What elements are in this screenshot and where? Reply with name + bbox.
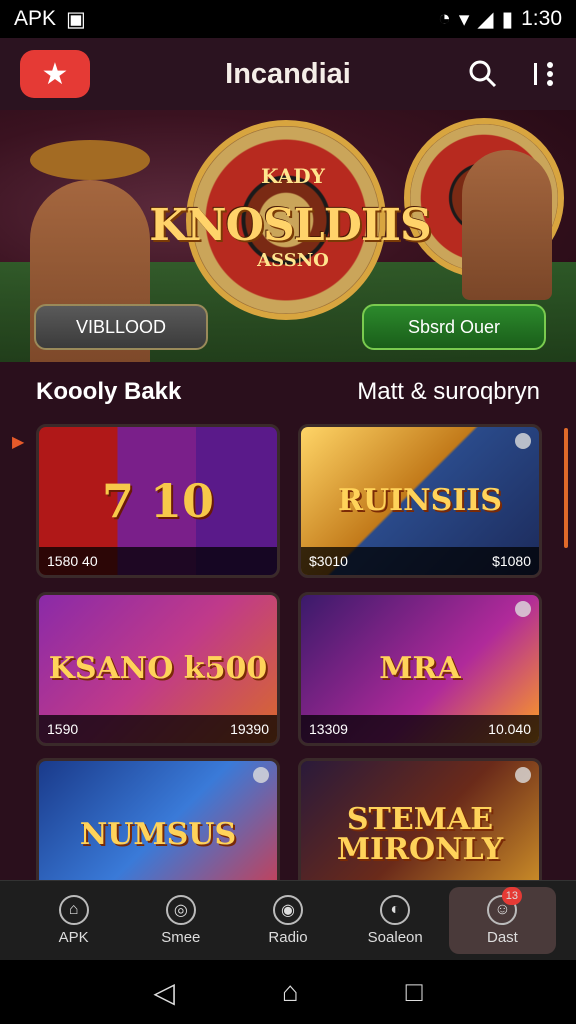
- card-right-value: $1080: [492, 553, 531, 569]
- notification-icon: ▣: [66, 7, 86, 31]
- back-icon[interactable]: ◁: [153, 976, 175, 1009]
- status-time: 1:30: [521, 7, 562, 30]
- card-right-value: 10.040: [488, 721, 531, 737]
- nav-label: Smee: [161, 929, 201, 946]
- more-vert-icon[interactable]: [532, 59, 556, 89]
- nav-item-dast[interactable]: ☺ 13 Dast: [448, 887, 557, 954]
- home-icon: ⌂: [58, 895, 89, 925]
- signal-icon: ◢: [477, 7, 494, 31]
- card-title: MRA: [379, 651, 461, 686]
- nav-item-soaleon[interactable]: ◐ Soaleon: [342, 895, 449, 946]
- hero-badge: KADY: [261, 164, 325, 188]
- status-bar: APK ▣ ◔ ▾ ◢ ▮ 1:30: [0, 0, 576, 38]
- nav-label: Dast: [486, 929, 518, 946]
- recents-icon[interactable]: □: [406, 976, 423, 1008]
- card-favorite-icon[interactable]: [515, 601, 531, 617]
- star-logo-icon[interactable]: ★: [20, 50, 90, 98]
- side-marker-icon: ▶: [12, 434, 25, 451]
- eye-icon: ◐: [380, 895, 411, 925]
- card-left-value: $3010: [309, 553, 348, 569]
- bottom-nav: ⌂ APK ◎ Smee ◉ Radio ◐ Soaleon ☺ 13 Dast: [0, 880, 576, 960]
- section-title: Koooly Bakk: [36, 378, 182, 405]
- card-footer: 1590 19390: [39, 715, 277, 743]
- card-title: KSANO k500: [48, 651, 268, 686]
- card-title: 7 10: [101, 474, 215, 528]
- game-card[interactable]: 7 10 1580 40: [36, 424, 280, 578]
- app-header: ★ Incandiai: [0, 38, 576, 110]
- card-right-value: 19390: [230, 721, 269, 737]
- card-title: RUINSIIS: [338, 483, 502, 518]
- card-favorite-icon[interactable]: [515, 433, 531, 449]
- hero-title: KNOSLDIIS: [149, 200, 432, 251]
- card-favorite-icon[interactable]: [253, 767, 269, 783]
- nav-item-smee[interactable]: ◎ Smee: [127, 895, 234, 946]
- card-favorite-icon[interactable]: [515, 767, 531, 783]
- card-left-value: 13309: [309, 721, 348, 737]
- card-left-value: 1590: [47, 721, 79, 737]
- game-card[interactable]: RUINSIIS $3010 $1080: [298, 424, 542, 578]
- game-card[interactable]: MRA 13309 10.040: [298, 592, 542, 746]
- section-header: Koooly Bakk Matt & suroqbryn: [0, 372, 576, 412]
- hero-right-button[interactable]: Sbsrd Ouer: [362, 304, 546, 350]
- wifi-icon: ▾: [458, 7, 470, 31]
- nav-label: Radio: [268, 929, 308, 946]
- card-footer: 1580 40: [39, 547, 277, 575]
- hero-banner[interactable]: KADY KNOSLDIIS ASSNO VIBLLOOD Sbsrd Ouer: [0, 110, 576, 362]
- card-title: NUMSUS: [79, 817, 237, 852]
- nav-item-radio[interactable]: ◉ Radio: [234, 895, 341, 946]
- system-nav-bar: ◁ ⌂ □: [0, 960, 576, 1024]
- home-button-icon[interactable]: ⌂: [282, 976, 299, 1008]
- radio-icon: ◉: [273, 895, 303, 925]
- nav-label: Soaleon: [367, 929, 423, 946]
- hero-subtitle: ASSNO: [257, 250, 329, 271]
- sports-icon: ◎: [165, 895, 196, 925]
- hero-left-button[interactable]: VIBLLOOD: [34, 304, 208, 350]
- search-icon[interactable]: [468, 59, 498, 89]
- card-left-value: 1580 40: [47, 553, 98, 569]
- hero-character-right: [462, 150, 552, 300]
- game-card[interactable]: KSANO k500 1590 19390: [36, 592, 280, 746]
- scrollbar[interactable]: [564, 428, 568, 548]
- nav-label: APK: [58, 929, 89, 946]
- card-footer: $3010 $1080: [301, 547, 539, 575]
- cowboy-hat-icon: [30, 140, 150, 180]
- battery-icon: ▮: [501, 7, 514, 31]
- section-link[interactable]: Matt & suroqbryn: [357, 378, 540, 406]
- notification-badge: 13: [501, 887, 523, 905]
- card-title: STEMAE MIRONLY: [336, 802, 504, 867]
- status-app-label: APK: [14, 7, 57, 30]
- alarm-icon: ◔: [438, 7, 451, 30]
- card-footer: 13309 10.040: [301, 715, 539, 743]
- nav-item-apk[interactable]: ⌂ APK: [20, 895, 127, 946]
